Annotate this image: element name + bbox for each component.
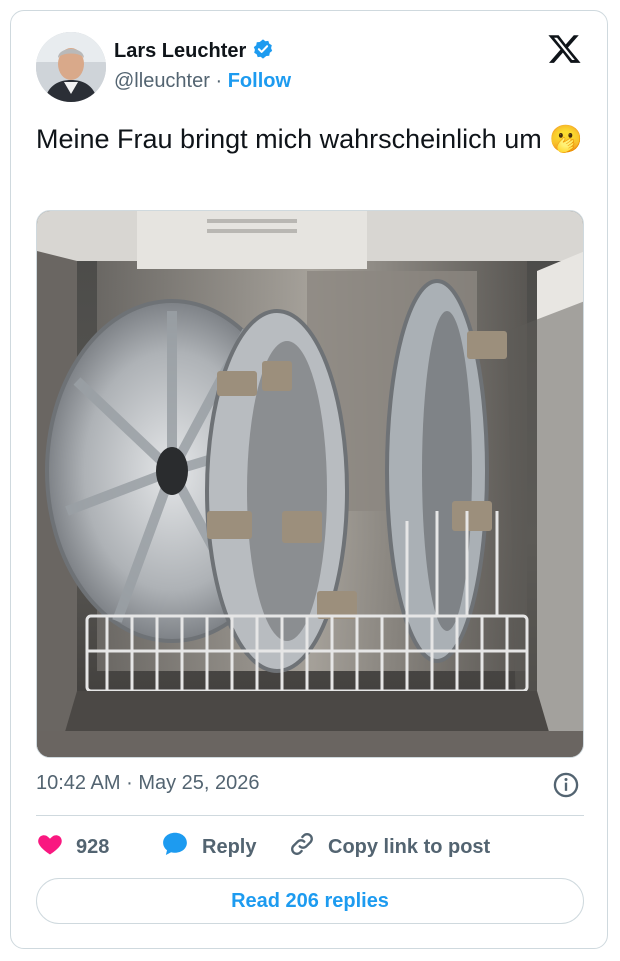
author-name-row: Lars Leuchter <box>114 38 274 65</box>
heart-icon <box>36 830 64 864</box>
tweet-date: May 25, 2026 <box>138 772 260 794</box>
x-logo-icon[interactable] <box>548 32 582 66</box>
reply-bubble-icon <box>160 829 190 865</box>
tweet-text: Meine Frau bringt mich wahrscheinlich um… <box>36 120 584 158</box>
copy-link-label: Copy link to post <box>328 835 491 858</box>
timestamp-separator: · <box>126 772 133 794</box>
link-icon <box>288 830 316 864</box>
info-icon[interactable] <box>552 771 580 799</box>
follow-link[interactable]: Follow <box>228 70 291 92</box>
handle-separator: · <box>215 70 223 92</box>
tweet-timestamp[interactable]: 10:42 AM · May 25, 2026 <box>36 772 260 795</box>
tweet-time: 10:42 AM <box>36 772 121 794</box>
copy-link-button[interactable]: Copy link to post <box>288 830 490 864</box>
reply-button[interactable]: Reply <box>160 830 256 864</box>
read-replies-button[interactable]: Read 206 replies <box>36 878 584 924</box>
avatar[interactable] <box>36 32 106 102</box>
reply-label: Reply <box>202 835 257 858</box>
tweet-emoji: 🫢 <box>549 124 583 154</box>
verified-badge-icon <box>252 38 274 65</box>
action-bar: 928 Reply Copy link to post <box>36 830 584 864</box>
tweet-photo[interactable] <box>36 210 584 758</box>
author-name[interactable]: Lars Leuchter <box>114 40 246 63</box>
like-button[interactable]: 928 <box>36 830 109 864</box>
like-count: 928 <box>76 835 110 858</box>
divider <box>36 815 584 816</box>
author-handle-row: @lleuchter · Follow <box>114 70 291 93</box>
author-handle[interactable]: @lleuchter <box>114 70 210 92</box>
tweet-body: Meine Frau bringt mich wahrscheinlich um <box>36 124 542 154</box>
